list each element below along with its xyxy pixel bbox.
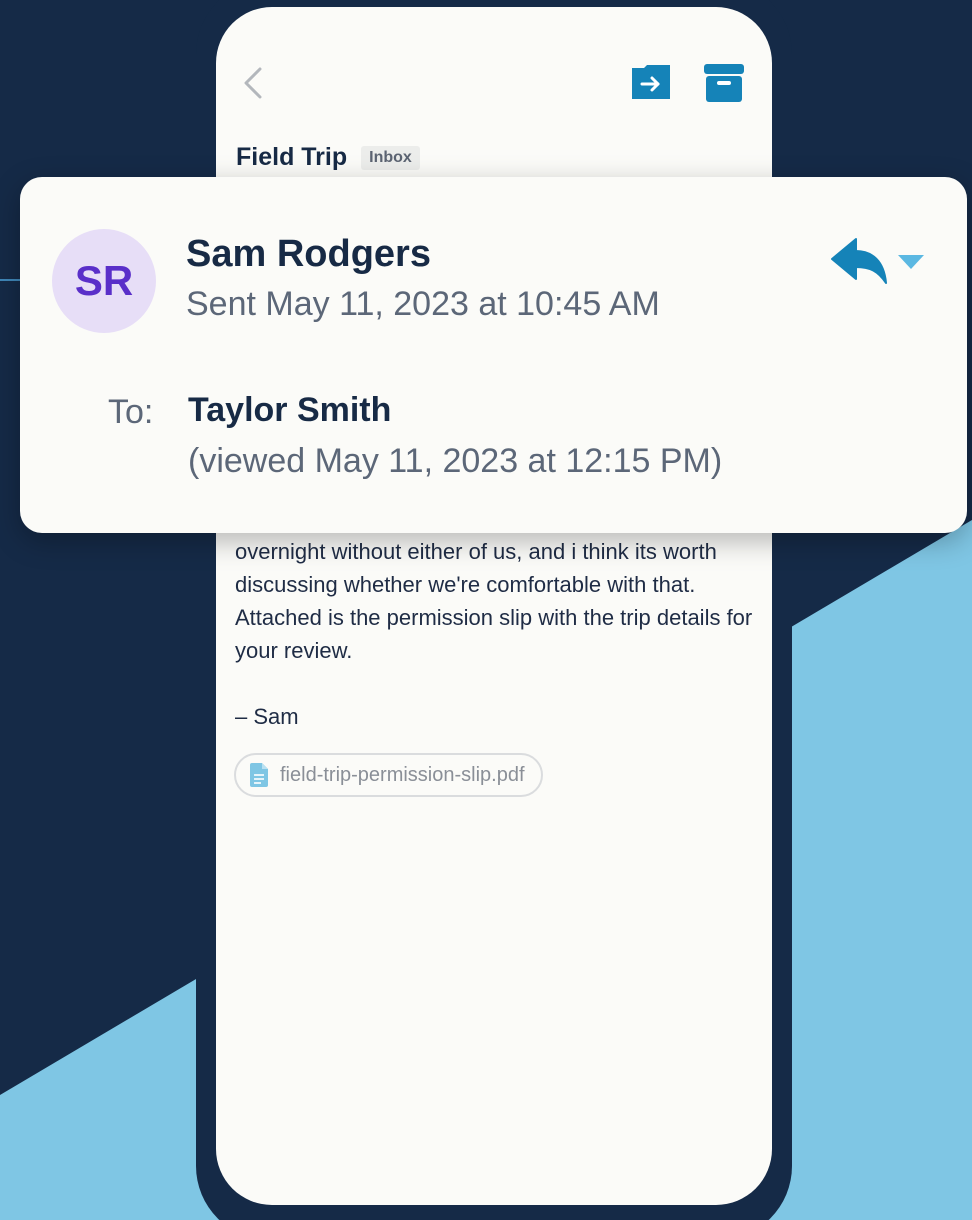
sender-name: Sam Rodgers — [186, 233, 431, 275]
email-body: overnight without either of us, and i th… — [235, 539, 753, 663]
stage: Field Trip Inbox overnight without eithe… — [0, 0, 972, 1220]
folder-badge: Inbox — [361, 145, 420, 170]
caret-down-icon[interactable] — [898, 255, 924, 271]
attachment-file-name: field-trip-permission-slip.pdf — [280, 763, 525, 786]
subject-row: Field Trip Inbox — [236, 143, 420, 172]
email-signature: – Sam — [235, 704, 299, 729]
email-toolbar — [216, 7, 772, 147]
attachment-chip[interactable]: field-trip-permission-slip.pdf — [234, 753, 543, 797]
reply-icon[interactable] — [828, 237, 890, 287]
chevron-left-icon[interactable] — [238, 63, 268, 103]
move-to-folder-icon[interactable] — [632, 65, 670, 99]
viewed-timestamp: (viewed May 11, 2023 at 12:15 PM) — [188, 442, 723, 480]
email-subject: Field Trip — [236, 143, 348, 171]
recipient-name: Taylor Smith — [188, 391, 392, 429]
sent-timestamp: Sent May 11, 2023 at 10:45 AM — [186, 285, 660, 323]
background-accent-line — [0, 279, 22, 281]
document-icon — [250, 763, 268, 787]
avatar: SR — [52, 229, 156, 333]
sender-details-card: SR Sam Rodgers Sent May 11, 2023 at 10:4… — [20, 177, 967, 533]
archive-icon[interactable] — [704, 64, 744, 102]
to-label: To: — [108, 393, 154, 431]
